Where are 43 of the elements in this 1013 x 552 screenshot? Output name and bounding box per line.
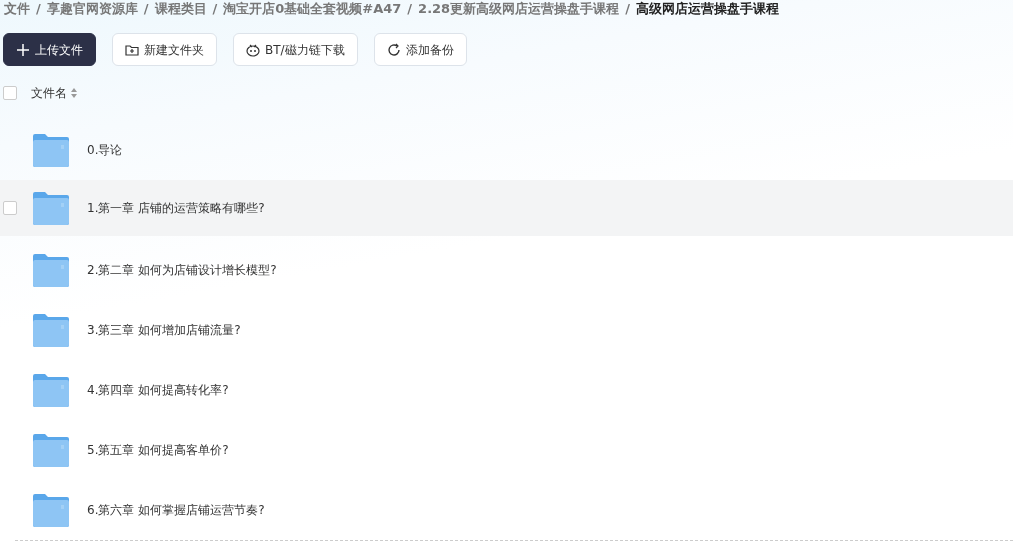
breadcrumb-link[interactable]: 2.28更新高级网店运营操盘手课程 [418, 0, 620, 19]
breadcrumb-separator: / [407, 0, 413, 19]
breadcrumb-separator: / [212, 0, 218, 19]
breadcrumb-link[interactable]: 文件 [4, 0, 30, 19]
file-row[interactable]: 0.导论 [0, 120, 1013, 180]
checkbox[interactable] [3, 86, 17, 100]
toolbar-button[interactable]: 添加备份 [373, 33, 467, 66]
bt-icon [246, 42, 260, 57]
file-name[interactable]: 2.第二章 如何为店铺设计增长模型? [87, 261, 277, 279]
file-name[interactable]: 0.导论 [87, 141, 123, 159]
breadcrumb-separator: / [625, 0, 630, 19]
file-row[interactable]: 5.第五章 如何提高客单价? [0, 420, 1013, 480]
file-row[interactable]: 3.第三章 如何增加店铺流量? [0, 300, 1013, 360]
checkbox[interactable] [3, 201, 17, 215]
file-row[interactable]: 4.第四章 如何提高转化率? [0, 360, 1013, 420]
folder-icon[interactable] [33, 372, 69, 408]
refresh-icon [386, 42, 401, 57]
file-name[interactable]: 1.第一章 店铺的运营策略有哪些? [87, 199, 265, 217]
file-name[interactable]: 5.第五章 如何提高客单价? [87, 441, 229, 459]
breadcrumb-link[interactable]: 淘宝开店0基础全套视频#A47 [223, 0, 402, 19]
toolbar-button[interactable]: BT/磁力链下载 [233, 33, 358, 66]
file-row[interactable]: 1.第一章 店铺的运营策略有哪些? [0, 180, 1013, 236]
file-name[interactable]: 4.第四章 如何提高转化率? [87, 381, 229, 399]
folder-icon[interactable] [33, 190, 69, 226]
toolbar-button[interactable]: 上传文件 [3, 33, 96, 66]
breadcrumb-link[interactable]: 享趣官网资源库 [46, 0, 138, 19]
file-row[interactable]: 2.第二章 如何为店铺设计增长模型? [0, 240, 1013, 300]
folder-icon[interactable] [33, 312, 69, 348]
breadcrumb-link[interactable]: 课程类目 [154, 0, 207, 19]
folder-plus-icon [125, 42, 139, 57]
breadcrumb-separator: / [143, 0, 149, 19]
sort-icon[interactable] [71, 88, 77, 98]
sort-header[interactable]: 文件名 [31, 84, 77, 102]
folder-icon[interactable] [33, 492, 69, 528]
file-row[interactable]: 6.第六章 如何掌握店铺运营节奏? [0, 480, 1013, 540]
plus-icon [16, 42, 30, 57]
file-name[interactable]: 3.第三章 如何增加店铺流量? [87, 321, 241, 339]
toolbar-button[interactable]: 新建文件夹 [112, 33, 217, 66]
file-name[interactable]: 6.第六章 如何掌握店铺运营节奏? [87, 501, 265, 519]
breadcrumb-separator: / [36, 0, 41, 19]
folder-icon[interactable] [33, 132, 69, 168]
folder-icon[interactable] [33, 252, 69, 288]
folder-icon[interactable] [33, 432, 69, 468]
